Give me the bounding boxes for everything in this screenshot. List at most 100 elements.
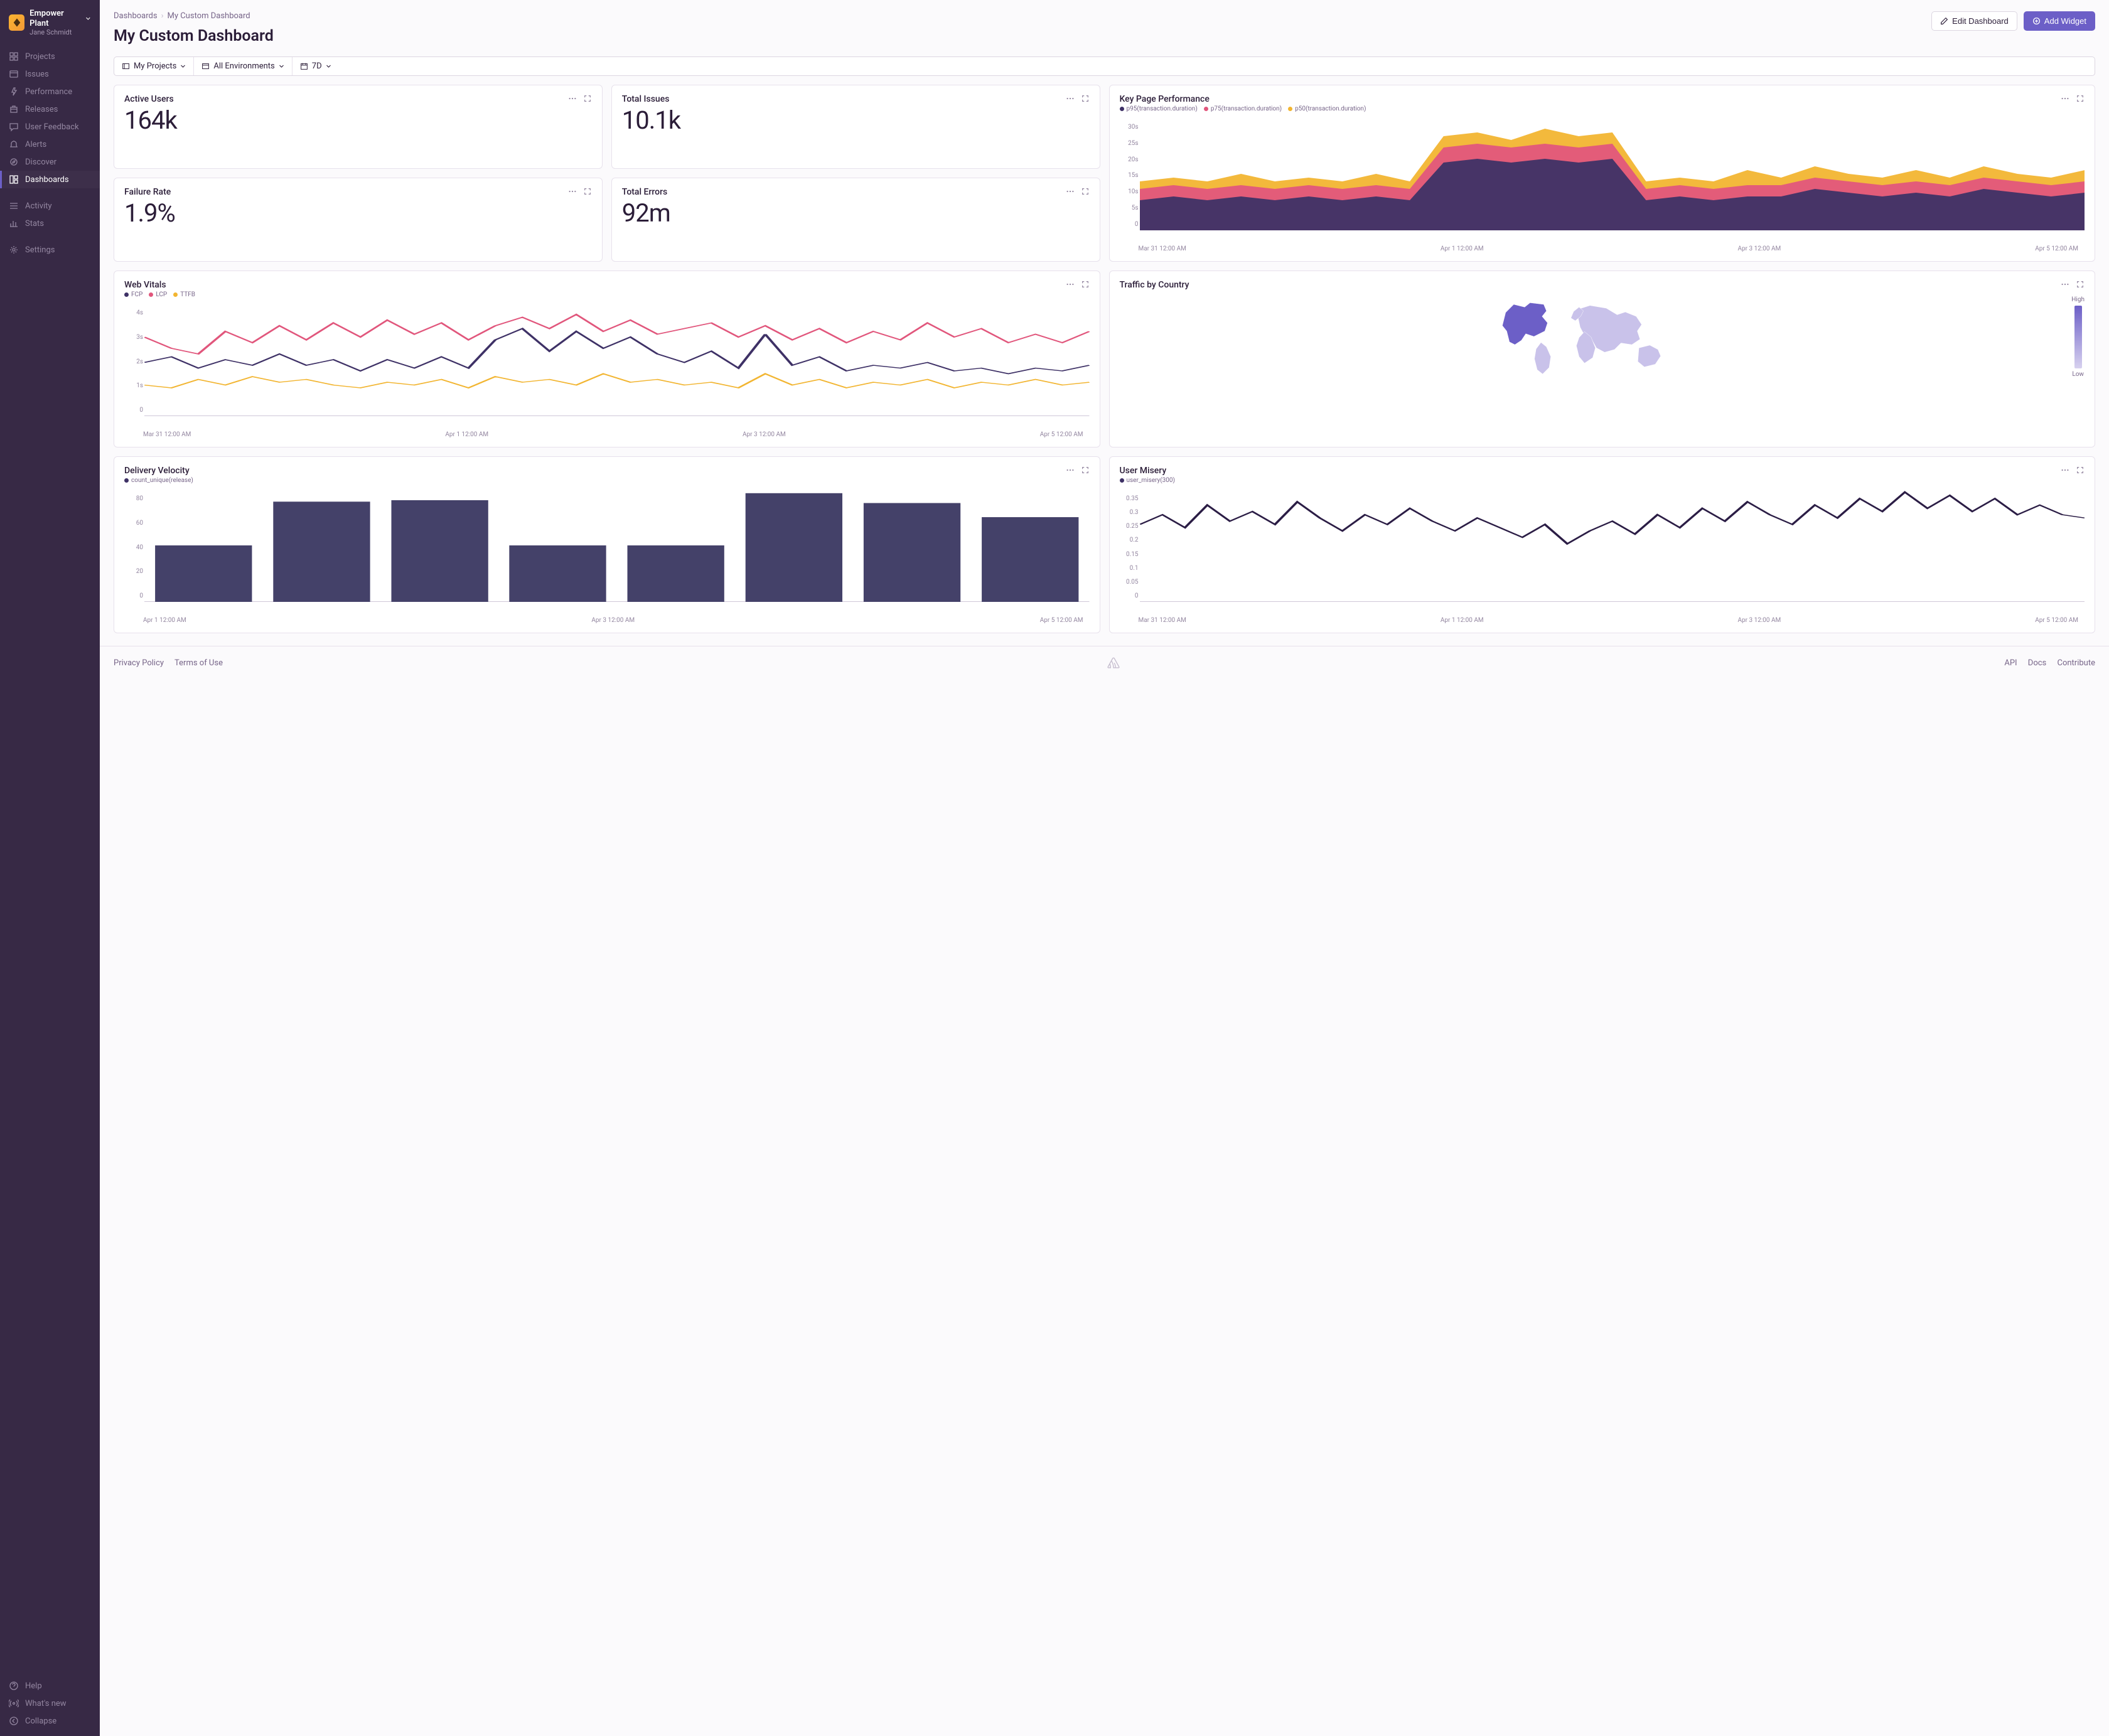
button-label: Add Widget (2044, 16, 2086, 26)
expand-icon[interactable] (583, 187, 592, 196)
footer: Privacy Policy Terms of Use API Docs Con… (100, 646, 2109, 679)
stats-icon (9, 218, 19, 228)
breadcrumb-root[interactable]: Dashboards (114, 11, 158, 21)
nav-dashboards[interactable]: Dashboards (0, 171, 100, 188)
add-widget-button[interactable]: Add Widget (2024, 11, 2095, 31)
edit-dashboard-button[interactable]: Edit Dashboard (1931, 11, 2017, 31)
more-icon[interactable] (2061, 280, 2069, 289)
legend-item[interactable]: TTFB (173, 291, 195, 298)
nav-alerts[interactable]: Alerts (0, 136, 100, 153)
web-vitals-chart (144, 303, 1090, 416)
axis-tick: 2s (127, 358, 143, 365)
org-switcher[interactable]: Empower Plant Jane Schmidt (0, 0, 100, 44)
axis-tick: 40 (127, 544, 143, 551)
panel-key-page-performance: Key Page Performance p95(transaction.dur… (1109, 85, 2096, 262)
nav-collapse[interactable]: Collapse (0, 1712, 100, 1730)
legend-item[interactable]: p75(transaction.duration) (1204, 105, 1282, 112)
nav-releases[interactable]: Releases (0, 100, 100, 118)
environments-filter[interactable]: All Environments (193, 57, 291, 75)
panel-title: User Misery (1120, 466, 1167, 476)
panel-failure-rate: Failure Rate 1.9% (114, 178, 603, 262)
calendar-icon (300, 62, 308, 70)
nav-settings[interactable]: Settings (0, 241, 100, 259)
nav-label: Dashboards (25, 175, 69, 185)
nav-label: Projects (25, 52, 55, 62)
panel-active-users: Active Users 164k (114, 85, 603, 169)
nav-activity[interactable]: Activity (0, 197, 100, 215)
nav-label: Settings (25, 245, 55, 255)
axis-tick: Apr 1 12:00 AM (1441, 617, 1484, 624)
more-icon[interactable] (1066, 94, 1075, 103)
footer-contribute[interactable]: Contribute (2058, 658, 2096, 668)
nav-issues[interactable]: Issues (0, 65, 100, 83)
axis-tick: 15s (1122, 172, 1139, 179)
nav-stats[interactable]: Stats (0, 215, 100, 232)
footer-terms[interactable]: Terms of Use (174, 658, 223, 668)
nav-label: Releases (25, 105, 58, 114)
axis-tick: 0 (127, 407, 143, 414)
breadcrumb-sep-icon: › (161, 11, 164, 21)
footer-api[interactable]: API (2004, 658, 2017, 668)
plus-circle-icon (2032, 17, 2041, 25)
axis-tick: Mar 31 12:00 AM (143, 431, 191, 438)
legend-item[interactable]: p95(transaction.duration) (1120, 105, 1198, 112)
expand-icon[interactable] (1081, 94, 1090, 103)
legend-dot-icon (173, 292, 178, 297)
axis-tick: 0.35 (1122, 495, 1139, 502)
projects-filter[interactable]: My Projects (114, 57, 193, 75)
key-page-chart (1140, 117, 2085, 230)
nav-projects[interactable]: Projects (0, 48, 100, 65)
footer-docs[interactable]: Docs (2028, 658, 2046, 668)
legend-dot-icon (1120, 107, 1124, 111)
expand-icon[interactable] (2076, 94, 2085, 103)
legend-item[interactable]: LCP (149, 291, 167, 298)
misery-chart (1140, 489, 2085, 602)
axis-tick: 4s (127, 309, 143, 316)
legend-item[interactable]: FCP (124, 291, 142, 298)
performance-icon (9, 87, 19, 97)
breadcrumb-current: My Custom Dashboard (168, 11, 250, 21)
nav-user-feedback[interactable]: User Feedback (0, 118, 100, 136)
more-icon[interactable] (2061, 466, 2069, 474)
legend-item[interactable]: p50(transaction.duration) (1288, 105, 1366, 112)
map-legend-high: High (2071, 296, 2085, 303)
axis-tick: Apr 3 12:00 AM (1738, 617, 1781, 624)
panel-title: Delivery Velocity (124, 466, 190, 476)
axis-tick: 0.05 (1122, 579, 1139, 586)
timerange-filter[interactable]: 7D (292, 57, 339, 75)
more-icon[interactable] (1066, 187, 1075, 196)
more-icon[interactable] (1066, 280, 1075, 289)
legend-dot-icon (1120, 478, 1124, 483)
more-icon[interactable] (568, 187, 577, 196)
panel-web-vitals: Web Vitals FCPLCPTTFB 4s3s2s1s0 Mar 31 1… (114, 271, 1100, 447)
expand-icon[interactable] (1081, 187, 1090, 196)
expand-icon[interactable] (2076, 466, 2085, 474)
more-icon[interactable] (568, 94, 577, 103)
nav-whats-new[interactable]: What's new (0, 1695, 100, 1712)
axis-tick: 80 (127, 495, 143, 502)
chevron-down-icon (326, 63, 331, 69)
expand-icon[interactable] (1081, 280, 1090, 289)
expand-icon[interactable] (583, 94, 592, 103)
legend-item[interactable]: count_unique(release) (124, 477, 193, 484)
nav-help[interactable]: Help (0, 1677, 100, 1695)
filter-label: My Projects (134, 62, 176, 71)
more-icon[interactable] (1066, 466, 1075, 474)
axis-tick: Apr 5 12:00 AM (2035, 245, 2078, 252)
window-icon (201, 62, 210, 70)
map-gradient-icon (2074, 306, 2082, 368)
chevron-down-icon (85, 16, 91, 21)
nav-performance[interactable]: Performance (0, 83, 100, 100)
more-icon[interactable] (2061, 94, 2069, 103)
nav-discover[interactable]: Discover (0, 153, 100, 171)
legend-label: count_unique(release) (131, 477, 193, 484)
nav-label: User Feedback (25, 122, 79, 132)
chevron-down-icon (180, 63, 186, 69)
expand-icon[interactable] (2076, 280, 2085, 289)
expand-icon[interactable] (1081, 466, 1090, 474)
legend-item[interactable]: user_misery(300) (1120, 477, 1176, 484)
axis-tick: 5s (1122, 205, 1139, 212)
footer-privacy[interactable]: Privacy Policy (114, 658, 164, 668)
world-map (1120, 296, 2066, 378)
projects-icon (9, 51, 19, 62)
